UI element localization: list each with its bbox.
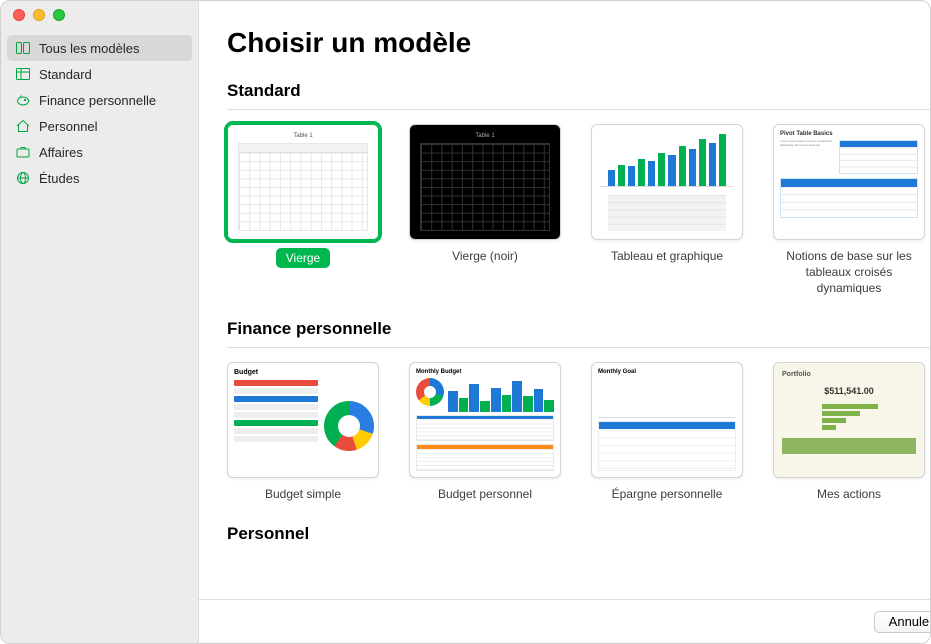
minimize-window-button[interactable] — [33, 9, 45, 21]
template-blank[interactable]: Table 1 Vierge — [227, 124, 379, 297]
button-label: Annuler — [889, 614, 931, 629]
sidebar-item-personal-finance[interactable]: Finance personnelle — [1, 87, 198, 113]
template-label: Vierge (noir) — [452, 248, 518, 264]
thumb-title: Portfolio — [782, 371, 916, 378]
template-personal-budget[interactable]: Monthly Budget — [409, 362, 561, 502]
template-label: Notions de base sur les tableaux croisés… — [773, 248, 925, 297]
sidebar-item-education[interactable]: Études — [1, 165, 198, 191]
section-title-personnel: Personnel — [227, 524, 931, 544]
titlebar — [1, 1, 930, 29]
template-blank-dark[interactable]: Table 1 Vierge (noir) — [409, 124, 561, 297]
sidebar: Tous les modèles Standard Finance person… — [1, 1, 199, 643]
template-pivot-basics[interactable]: Pivot Table Basics Lorem ipsum dolor sit… — [773, 124, 925, 297]
sidebar-item-standard[interactable]: Standard — [1, 61, 198, 87]
sidebar-item-label: Finance personnelle — [39, 93, 156, 108]
sidebar-item-label: Affaires — [39, 145, 83, 160]
thumb-table-label: Table 1 — [475, 133, 494, 139]
section-personnel: Personnel — [227, 524, 931, 544]
template-thumb — [591, 124, 743, 240]
template-table-chart[interactable]: Tableau et graphique — [591, 124, 743, 297]
section-standard: Standard Table 1 Vierge — [227, 81, 931, 297]
template-chooser-window: Tous les modèles Standard Finance person… — [0, 0, 931, 644]
thumb-table-label: Table 1 — [293, 133, 312, 139]
template-label: Épargne personnelle — [612, 486, 723, 502]
zoom-window-button[interactable] — [53, 9, 65, 21]
section-title-standard: Standard — [227, 81, 931, 101]
template-label: Budget personnel — [438, 486, 532, 502]
template-row-standard: Table 1 Vierge Table 1 — [227, 124, 931, 297]
template-thumb: Table 1 — [227, 124, 379, 240]
sidebar-item-personal[interactable]: Personnel — [1, 113, 198, 139]
templates-icon — [15, 40, 31, 56]
template-row-finance: Budget — [227, 362, 931, 502]
piggybank-icon — [15, 92, 31, 108]
section-title-finance: Finance personnelle — [227, 319, 931, 339]
sidebar-item-business[interactable]: Affaires — [1, 139, 198, 165]
template-my-stocks[interactable]: Portfolio $511,541.00 — [773, 362, 925, 502]
main-pane: Choisir un modèle Standard Table 1 Vierg… — [199, 1, 931, 643]
template-simple-budget[interactable]: Budget — [227, 362, 379, 502]
divider — [227, 109, 931, 110]
template-personal-savings[interactable]: Monthly Goal — [591, 362, 743, 502]
template-thumb: Table 1 — [409, 124, 561, 240]
sidebar-item-all-templates[interactable]: Tous les modèles — [7, 35, 192, 61]
thumb-title: Budget — [234, 369, 374, 376]
template-label: Budget simple — [265, 486, 341, 502]
cancel-button[interactable]: Annuler — [874, 611, 931, 633]
template-thumb: Monthly Goal — [591, 362, 743, 478]
template-thumb: Budget — [227, 362, 379, 478]
template-label: Vierge — [276, 248, 330, 268]
thumb-title: Monthly Goal — [598, 369, 736, 375]
template-thumb: Pivot Table Basics Lorem ipsum dolor sit… — [773, 124, 925, 240]
sidebar-item-label: Standard — [39, 67, 92, 82]
sidebar-item-label: Tous les modèles — [39, 41, 139, 56]
template-thumb: Portfolio $511,541.00 — [773, 362, 925, 478]
thumb-title: Pivot Table Basics — [780, 131, 918, 137]
thumb-title: Monthly Budget — [416, 369, 554, 375]
thumb-portfolio-value: $511,541.00 — [782, 386, 916, 396]
sidebar-item-label: Études — [39, 171, 79, 186]
section-finance: Finance personnelle Budget — [227, 319, 931, 502]
template-label: Tableau et graphique — [611, 248, 723, 264]
footer: Annuler Créer — [199, 599, 931, 643]
home-icon — [15, 118, 31, 134]
template-label: Mes actions — [817, 486, 881, 502]
main-scroll: Choisir un modèle Standard Table 1 Vierg… — [199, 1, 931, 599]
globe-icon — [15, 170, 31, 186]
page-title: Choisir un modèle — [227, 27, 931, 59]
divider — [227, 347, 931, 348]
sidebar-item-label: Personnel — [39, 119, 98, 134]
briefcase-icon — [15, 144, 31, 160]
close-window-button[interactable] — [13, 9, 25, 21]
grid-icon — [15, 66, 31, 82]
template-thumb: Monthly Budget — [409, 362, 561, 478]
